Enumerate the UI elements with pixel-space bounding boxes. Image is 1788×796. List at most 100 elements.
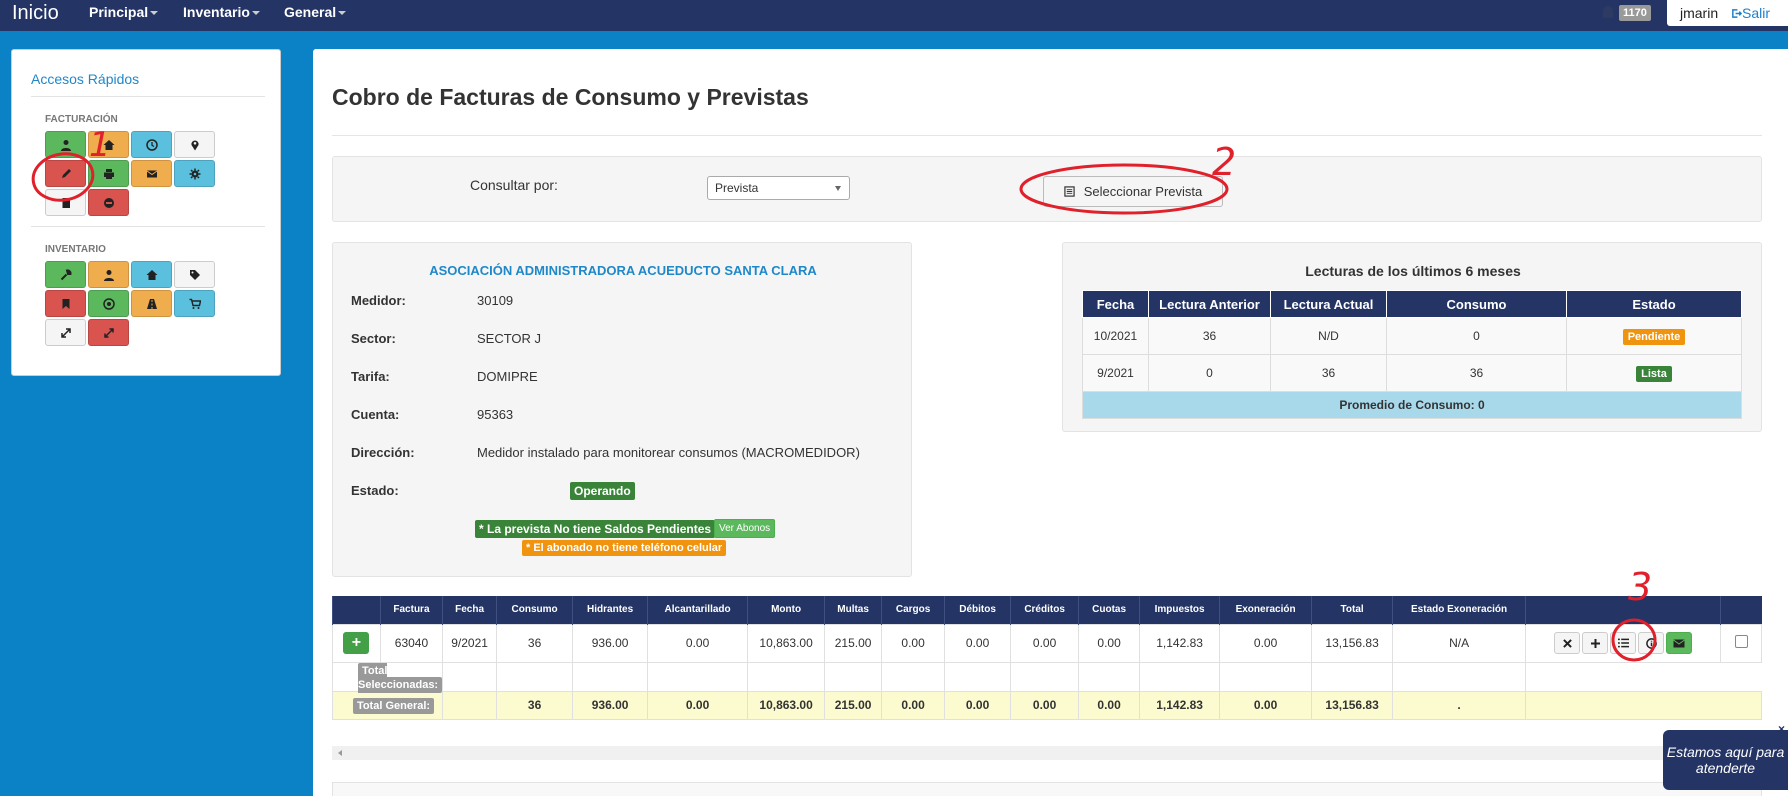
total-cell (1010, 661, 1080, 692)
quick-warehouse-button[interactable] (131, 261, 172, 288)
divider (31, 96, 265, 97)
cart-icon (189, 298, 201, 309)
quick-client-button[interactable] (45, 131, 86, 158)
total-cell (1219, 661, 1313, 692)
menu-inventario[interactable]: Inventario (183, 4, 260, 20)
home-icon (103, 139, 114, 150)
column-header: Lectura Anterior (1148, 290, 1271, 318)
quick-cart-button[interactable] (174, 290, 215, 317)
file-icon (62, 197, 70, 208)
envelope-icon (1673, 639, 1685, 647)
reading-status-cell: Pendiente (1566, 317, 1742, 355)
quick-resize-button[interactable] (45, 319, 86, 346)
quick-expand-button[interactable] (88, 319, 129, 346)
scroll-left-icon[interactable] (338, 750, 342, 756)
quick-supplier-button[interactable] (88, 261, 129, 288)
notification-badge[interactable]: 1170 (1619, 5, 1651, 21)
quick-tags-button[interactable] (174, 261, 215, 288)
wrench-icon (60, 268, 72, 280)
close-icon (1562, 638, 1572, 648)
quick-home-button[interactable] (88, 131, 129, 158)
quick-location-button[interactable] (174, 131, 215, 158)
column-header: Lectura Actual (1270, 290, 1387, 318)
average-row: Promedio de Consumo: 0 (1082, 391, 1742, 419)
total-cell (944, 661, 1012, 692)
quick-settings-button[interactable] (174, 160, 215, 187)
total-selected-label: Total Seleccionadas: (358, 662, 443, 693)
plus-icon (1590, 638, 1600, 648)
average-consumption: Promedio de Consumo: 0 (1082, 391, 1742, 419)
ver-abonos-button[interactable]: Ver Abonos (714, 519, 776, 538)
readings-title: Lecturas de los últimos 6 meses (1305, 263, 1521, 279)
caret-down-icon (338, 11, 347, 16)
chat-widget[interactable]: Estamos aquí para atenderte (1663, 730, 1788, 790)
quick-road-button[interactable] (131, 290, 172, 317)
quick-block-button[interactable] (88, 189, 129, 216)
quick-bookmark-button[interactable] (45, 290, 86, 317)
direccion-value: Medidor instalado para monitorear consum… (477, 445, 860, 460)
select-invoice-checkbox[interactable] (1734, 635, 1748, 648)
reading-date: 9/2021 (1082, 354, 1149, 392)
field-label: Estado: (351, 483, 399, 498)
home-icon (146, 269, 157, 280)
quick-tools-button[interactable] (45, 261, 86, 288)
column-header: Cuotas (1078, 596, 1140, 624)
status-badge: Lista (1636, 366, 1672, 382)
select-arrow-icon (835, 186, 841, 191)
road-icon (146, 298, 157, 309)
add-charge-button[interactable] (1582, 632, 1609, 654)
field-label: Cuenta: (351, 407, 400, 422)
query-type-select[interactable]: Prevista (707, 176, 850, 200)
total-cell (747, 661, 826, 692)
total-cell (824, 661, 883, 692)
table-row: 10/2021 36 N/D 0 Pendiente (1082, 317, 1742, 355)
add-invoice-button[interactable]: + (343, 632, 370, 654)
send-email-button[interactable] (1666, 632, 1693, 654)
resize-icon (60, 327, 71, 338)
invoice-number: 63040 (379, 623, 444, 663)
pencil-icon (61, 168, 71, 178)
quick-document-button[interactable] (45, 189, 86, 216)
expand-icon (103, 327, 114, 338)
column-header: Cargos (881, 596, 945, 624)
reading-current: N/D (1270, 317, 1387, 355)
column-header: Alcantarillado (647, 596, 748, 624)
user-name[interactable]: jmarin (1680, 5, 1718, 21)
gear-icon (189, 168, 200, 179)
field-label: Sector: (351, 331, 396, 346)
quick-history-button[interactable] (131, 131, 172, 158)
column-header: Multas (824, 596, 882, 624)
reading-previous: 0 (1148, 354, 1271, 392)
invoice-info-button[interactable] (1638, 632, 1665, 654)
invoice-detail-button[interactable] (1610, 632, 1637, 654)
menu-general[interactable]: General (284, 4, 347, 20)
select-cell (1720, 623, 1762, 663)
section-facturacion-label: FACTURACIÓN (45, 114, 118, 125)
invoice-amount: 10,863.00 (747, 623, 826, 663)
brand-link[interactable]: Inicio (12, 2, 59, 25)
delete-invoice-button[interactable] (1554, 632, 1581, 654)
quick-access-title[interactable]: Accesos Rápidos (31, 71, 139, 87)
column-header: Créditos (1010, 596, 1079, 624)
total-cell (496, 661, 574, 692)
select-prevista-button[interactable]: Seleccionar Prevista (1043, 176, 1223, 207)
chat-close-icon[interactable]: × (1778, 722, 1785, 736)
column-header: Consumo (1386, 290, 1567, 318)
quick-target-button[interactable] (88, 290, 129, 317)
bell-icon[interactable] (1603, 6, 1613, 18)
menu-principal[interactable]: Principal (89, 4, 159, 20)
no-pending-balance-label: * La prevista No tiene Saldos Pendientes (475, 520, 716, 538)
quick-edit-reading-button[interactable] (45, 160, 86, 187)
total-debits: 0.00 (944, 690, 1012, 720)
empty-cell (1721, 662, 1762, 691)
horizontal-scrollbar[interactable] (332, 746, 1762, 760)
column-header (1720, 596, 1762, 624)
quick-mail-button[interactable] (131, 160, 172, 187)
quick-print-button[interactable] (88, 160, 129, 187)
column-header: Impuestos (1139, 596, 1220, 624)
invoice-debits: 0.00 (944, 623, 1012, 663)
query-label: Consultar por: (470, 177, 558, 193)
column-header: Estado (1566, 290, 1742, 318)
logout-link[interactable]: Salir (1731, 5, 1770, 21)
total-general-row: Total General: 36 936.00 0.00 10,863.00 … (331, 690, 1762, 720)
